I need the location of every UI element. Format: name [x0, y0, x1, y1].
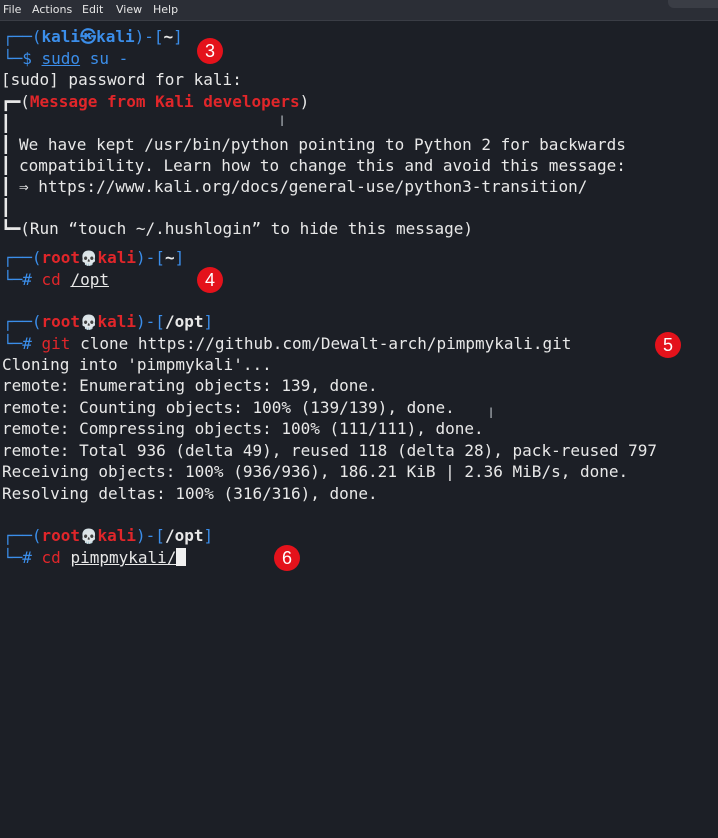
message-corner-bottom: ┗━ — [1, 219, 21, 238]
message-bar: ┃ — [1, 135, 11, 154]
password-prompt: [sudo] password for kali: — [1, 70, 242, 89]
menu-edit[interactable]: Edit — [82, 3, 103, 16]
skull-icon: 💀 — [80, 251, 98, 267]
prompt-end: ] — [203, 526, 214, 545]
window-corner — [668, 0, 718, 8]
prompt-mid: )-[ — [134, 27, 164, 46]
prompt-line-kali: ┌──(kali㉿kali)-[~] — [3, 26, 183, 48]
message-footer: ┗━(Run “touch ~/.hushlogin” to hide this… — [1, 218, 473, 240]
cmd-cd: cd — [41, 548, 61, 567]
ibeam-cursor-icon: I — [280, 114, 285, 130]
cmd-sudo-args: su - — [80, 49, 129, 68]
prompt-host: kali — [97, 526, 137, 545]
prompt-cmd-prefix: └─# — [3, 334, 42, 353]
cmd-git-args: clone https://github.com/Dewalt-arch/pim… — [70, 334, 572, 353]
prompt-line-root-opt: ┌──(root💀kali)-[/opt] — [3, 311, 213, 333]
message-footer-text: (Run “touch ~/.hushlogin” to hide this m… — [20, 219, 474, 238]
annotation-badge-3: 3 — [197, 38, 223, 64]
command-line-git-clone: └─# git clone https://github.com/Dewalt-… — [3, 333, 571, 355]
message-header-end: ) — [299, 92, 310, 111]
prompt-host: kali — [96, 27, 135, 46]
message-bar: ┃ — [1, 156, 11, 175]
prompt-dir: ~ — [164, 248, 175, 267]
skull-icon: 💀 — [80, 529, 98, 545]
prompt-line-root-opt-2: ┌──(root💀kali)-[/opt] — [3, 525, 213, 547]
prompt-end: ] — [203, 312, 214, 331]
git-output-line: remote: Compressing objects: 100% (111/1… — [2, 419, 484, 438]
prompt-dir: /opt — [164, 312, 204, 331]
menu-view[interactable]: View — [116, 3, 142, 16]
message-line-1: We have kept /usr/bin/python pointing to… — [19, 135, 626, 154]
prompt-host: kali — [97, 312, 137, 331]
prompt-mid: )-[ — [136, 312, 165, 331]
prompt-corner: ┌──( — [3, 27, 42, 46]
git-output-line: Resolving deltas: 100% (316/316), done. — [2, 484, 378, 503]
prompt-corner: ┌──( — [3, 312, 42, 331]
prompt-cmd-prefix: └─$ — [3, 49, 42, 68]
prompt-cmd-prefix: └─# — [3, 270, 42, 289]
kali-at-icon: ㉿ — [80, 27, 97, 46]
command-line-cd-pimpmykali: └─# cd pimpmykali/ — [3, 547, 187, 569]
prompt-mid: )-[ — [136, 248, 165, 267]
prompt-user: root — [41, 312, 81, 331]
prompt-user: kali — [41, 27, 81, 46]
message-line-3: ⇒ https://www.kali.org/docs/general-use/… — [19, 177, 588, 196]
git-output-line: Receiving objects: 100% (936/936), 186.2… — [2, 462, 629, 481]
cmd-cd-arg: pimpmykali/ — [70, 548, 177, 567]
menu-help[interactable]: Help — [153, 3, 178, 16]
cmd-cd: cd — [41, 270, 61, 289]
message-line-2: compatibility. Learn how to change this … — [19, 156, 626, 175]
prompt-dir: ~ — [163, 27, 174, 46]
git-output-line: Cloning into 'pimpmykali'... — [2, 355, 272, 374]
prompt-end: ] — [173, 27, 183, 46]
prompt-line-root-home: ┌──(root💀kali)-[~] — [3, 247, 184, 269]
cmd-cd-arg: /opt — [70, 270, 109, 289]
prompt-dir: /opt — [164, 526, 204, 545]
prompt-host: kali — [97, 248, 137, 267]
prompt-user: root — [41, 248, 81, 267]
prompt-corner: ┌──( — [3, 248, 42, 267]
command-line-cd-opt: └─# cd /opt — [3, 269, 109, 291]
message-header: ┏━(Message from Kali developers) — [1, 91, 309, 113]
menu-bar: File Actions Edit View Help — [0, 0, 718, 21]
annotation-badge-5: 5 — [655, 332, 681, 358]
message-title: Message from Kali developers — [29, 92, 300, 111]
message-bar: ┃ — [1, 177, 11, 196]
git-output-line: remote: Enumerating objects: 139, done. — [2, 376, 378, 395]
prompt-corner: ┌──( — [3, 526, 42, 545]
cmd-git: git — [41, 334, 71, 353]
menu-file[interactable]: File — [3, 3, 21, 16]
message-corner-top: ┏━( — [1, 92, 30, 111]
prompt-mid: )-[ — [136, 526, 165, 545]
prompt-user: root — [41, 526, 81, 545]
cmd-sudo: sudo — [41, 49, 81, 68]
message-bar: ┃ — [1, 114, 11, 133]
text-cursor — [176, 548, 187, 566]
menu-actions[interactable]: Actions — [32, 3, 72, 16]
git-output-line: remote: Counting objects: 100% (139/139)… — [2, 398, 455, 417]
git-output-line: remote: Total 936 (delta 49), reused 118… — [2, 441, 658, 460]
command-line-sudo: └─$ sudo su - — [3, 48, 128, 70]
terminal-output[interactable]: ┌──(kali㉿kali)-[~] └─$ sudo su - [sudo] … — [0, 21, 718, 587]
ibeam-cursor-icon: I — [489, 406, 494, 422]
message-bar: ┃ — [1, 198, 11, 217]
prompt-end: ] — [174, 248, 185, 267]
skull-icon: 💀 — [80, 315, 98, 331]
prompt-cmd-prefix: └─# — [3, 548, 42, 567]
annotation-badge-4: 4 — [197, 267, 223, 293]
annotation-badge-6: 6 — [274, 545, 300, 571]
